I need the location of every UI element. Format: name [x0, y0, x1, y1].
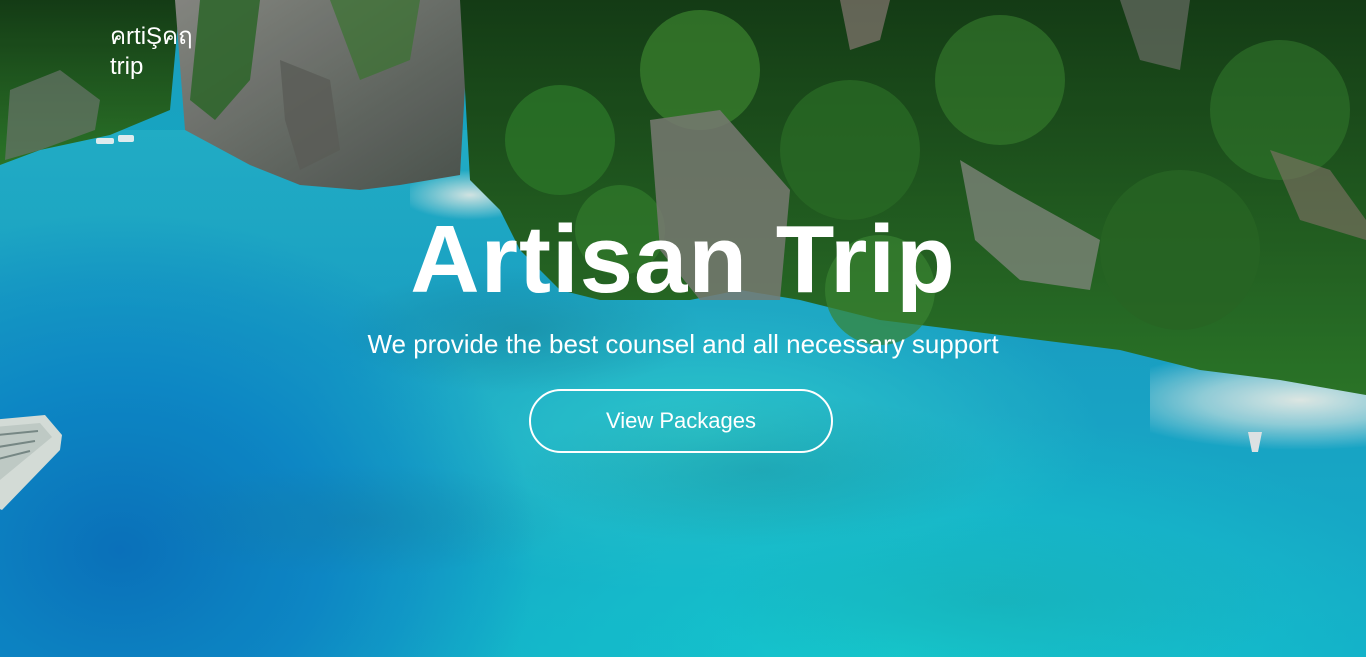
- hero-section: คrtiŞคฤ trip Artisan Trip We provide the…: [0, 0, 1366, 657]
- brand-logo[interactable]: คrtiŞคฤ trip: [110, 22, 193, 82]
- logo-line-2: trip: [110, 53, 144, 80]
- hero-tagline: We provide the best counsel and all nece…: [367, 329, 999, 359]
- view-packages-button[interactable]: View Packages: [529, 389, 833, 453]
- logo-line-1: คrtiŞคฤ: [110, 23, 193, 50]
- hero-title: Artisan Trip: [410, 206, 956, 313]
